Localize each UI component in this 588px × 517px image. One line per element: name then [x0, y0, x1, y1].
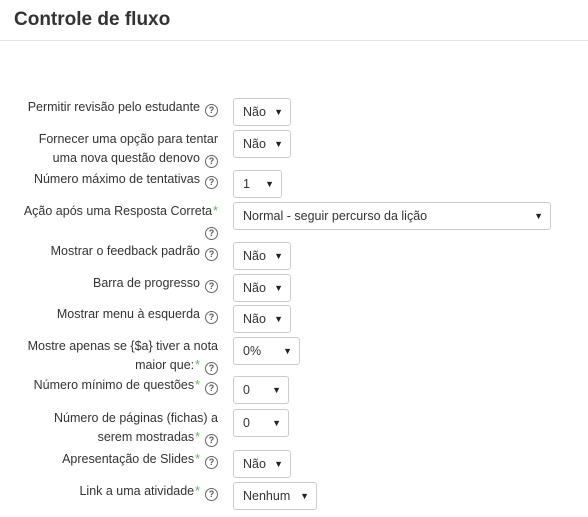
select-mostrar-menu-a-esquerda[interactable]: Não ▼ [233, 305, 291, 333]
question-circle-icon[interactable]: ? [205, 456, 218, 469]
label-text: Número mínimo de questões [33, 378, 195, 392]
select-numero-maximo-de-tentativas[interactable]: 1 ▼ [233, 170, 282, 198]
question-circle-icon[interactable]: ? [205, 248, 218, 261]
select-permitir-revisao-pelo-estudante[interactable]: Não ▼ [233, 98, 291, 126]
select-fornecer-uma-opcao-para-tentar-uma-nova-[interactable]: Não ▼ [233, 130, 291, 158]
select-barra-de-progresso[interactable]: Não ▼ [233, 274, 291, 302]
select-value: 0 [243, 383, 250, 397]
select-numero-de-paginas-fichas-a-serem-mostrad[interactable]: 0 ▼ [233, 409, 289, 437]
select-value: Normal - seguir percurso da lição [243, 209, 428, 223]
caret-down-icon: ▼ [265, 179, 274, 189]
question-circle-icon[interactable]: ? [205, 155, 218, 168]
select-value: Não [243, 249, 266, 263]
field-label-numero-minimo-de-questoes: Número mínimo de questões*? [8, 376, 218, 395]
select-value: Não [243, 137, 266, 151]
field-label-permitir-revisao-pelo-estudante: Permitir revisão pelo estudante? [8, 98, 218, 117]
select-value: 0% [243, 344, 262, 358]
field-label-numero-maximo-de-tentativas: Número máximo de tentativas? [8, 170, 218, 189]
field-label-numero-de-paginas-fichas-a-serem-mostrad: Número de páginas (fichas) a serem mostra… [8, 409, 218, 447]
select-value: Não [243, 105, 266, 119]
label-text: Número máximo de tentativas [33, 172, 200, 186]
required-marker: * [195, 452, 200, 466]
select-value: 1 [243, 177, 250, 191]
question-circle-icon[interactable]: ? [205, 434, 218, 447]
select-acao-apos-uma-resposta-correta[interactable]: Normal - seguir percurso da lição ▼ [233, 202, 551, 230]
label-text: Link a uma atividade [79, 484, 195, 498]
select-value: Não [243, 312, 266, 326]
select-mostrar-o-feedback-padrao[interactable]: Não ▼ [233, 242, 291, 270]
question-circle-icon[interactable]: ? [205, 311, 218, 324]
label-text: Barra de progresso [92, 276, 200, 290]
select-value: Não [243, 281, 266, 295]
question-circle-icon[interactable]: ? [205, 382, 218, 395]
required-marker: * [213, 204, 218, 218]
label-text: Número de páginas (fichas) a [54, 411, 218, 425]
field-label-mostrar-o-feedback-padrao: Mostrar o feedback padrão? [8, 242, 218, 261]
label-text: maior que: [135, 358, 195, 372]
label-text: Mostrar o feedback padrão [50, 244, 200, 258]
caret-down-icon: ▼ [283, 346, 292, 356]
select-value: Não [243, 457, 266, 471]
select-numero-minimo-de-questoes[interactable]: 0 ▼ [233, 376, 289, 404]
caret-down-icon: ▼ [272, 385, 281, 395]
required-marker: * [195, 430, 200, 444]
caret-down-icon: ▼ [274, 283, 283, 293]
select-mostre-apenas-se-a-tiver-a-nota-maior-qu[interactable]: 0% ▼ [233, 337, 300, 365]
question-circle-icon[interactable]: ? [205, 104, 218, 117]
question-circle-icon[interactable]: ? [205, 227, 218, 240]
question-circle-icon[interactable]: ? [205, 176, 218, 189]
label-text: uma nova questão denovo [52, 151, 200, 165]
required-marker: * [195, 358, 200, 372]
label-text: Fornecer uma opção para tentar [38, 132, 218, 146]
caret-down-icon: ▼ [274, 107, 283, 117]
required-marker: * [195, 378, 200, 392]
caret-down-icon: ▼ [534, 211, 543, 221]
select-link-a-uma-atividade[interactable]: Nenhum ▼ [233, 482, 317, 510]
field-label-fornecer-uma-opcao-para-tentar-uma-nova-: Fornecer uma opção para tentar uma nova q… [8, 130, 218, 168]
field-label-barra-de-progresso: Barra de progresso? [8, 274, 218, 293]
caret-down-icon: ▼ [274, 314, 283, 324]
field-label-link-a-uma-atividade: Link a uma atividade*? [8, 482, 218, 501]
field-label-apresentacao-de-slides: Apresentação de Slides*? [8, 450, 218, 469]
field-label-mostre-apenas-se-a-tiver-a-nota-maior-qu: Mostre apenas se {$a} tiver a nota maior … [8, 337, 218, 375]
caret-down-icon: ▼ [274, 251, 283, 261]
caret-down-icon: ▼ [274, 139, 283, 149]
label-text: Ação após uma Resposta Correta [23, 204, 213, 218]
label-text: serem mostradas [97, 430, 195, 444]
question-circle-icon[interactable]: ? [205, 362, 218, 375]
label-text: Permitir revisão pelo estudante [27, 100, 200, 114]
select-value: 0 [243, 416, 250, 430]
caret-down-icon: ▼ [272, 418, 281, 428]
label-text: Mostre apenas se {$a} tiver a nota [27, 339, 218, 353]
label-text: Mostrar menu à esquerda [56, 307, 200, 321]
section-divider [0, 40, 588, 41]
label-text: Apresentação de Slides [62, 452, 195, 466]
caret-down-icon: ▼ [274, 459, 283, 469]
field-label-acao-apos-uma-resposta-correta: Ação após uma Resposta Correta*? [8, 202, 218, 240]
field-label-mostrar-menu-a-esquerda: Mostrar menu à esquerda? [8, 305, 218, 324]
select-apresentacao-de-slides[interactable]: Não ▼ [233, 450, 291, 478]
question-circle-icon[interactable]: ? [205, 280, 218, 293]
section-title: Controle de fluxo [14, 9, 171, 30]
select-value: Nenhum [243, 489, 291, 503]
question-circle-icon[interactable]: ? [205, 488, 218, 501]
caret-down-icon: ▼ [300, 491, 309, 501]
required-marker: * [195, 484, 200, 498]
